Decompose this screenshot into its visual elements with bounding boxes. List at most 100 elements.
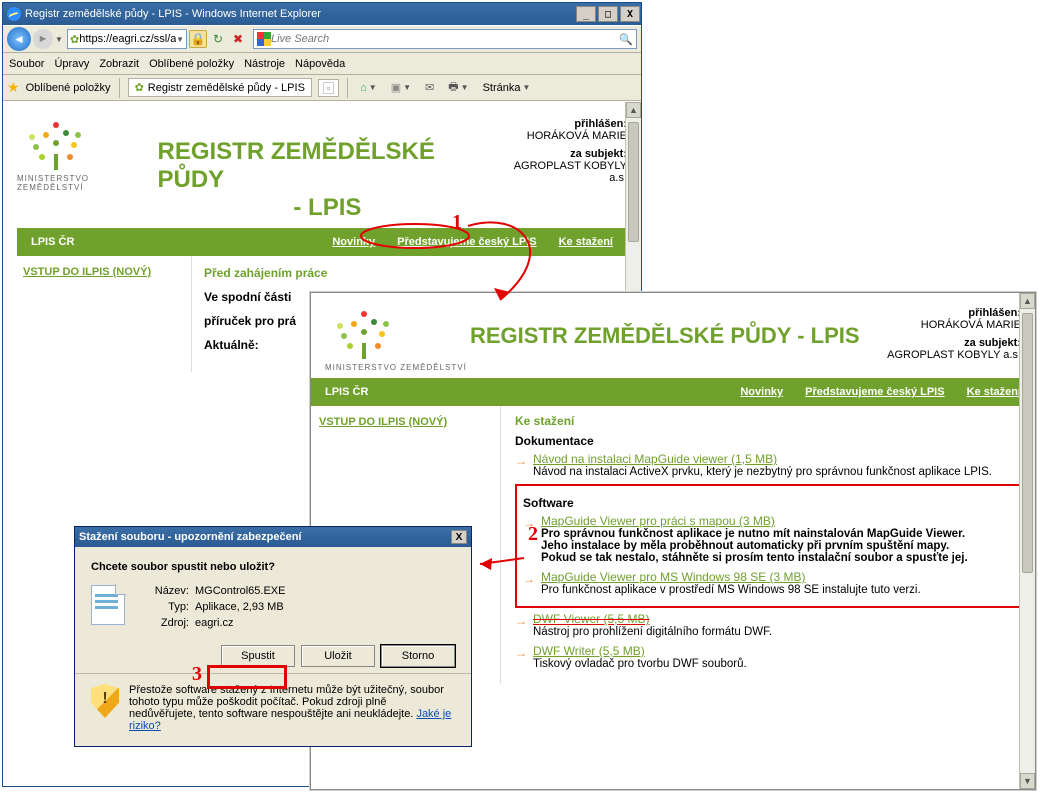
scrollbar[interactable]: ▲ ▼ bbox=[1019, 293, 1035, 789]
lpis-navbar: LPIS ČR Novinky Představujeme český LPIS… bbox=[311, 378, 1035, 406]
history-dropdown-icon[interactable]: ▼ bbox=[55, 35, 65, 44]
search-go-icon[interactable]: 🔍 bbox=[619, 33, 633, 46]
scroll-thumb[interactable] bbox=[1022, 313, 1033, 573]
back-button[interactable]: ◄ bbox=[7, 27, 31, 51]
page-title: REGISTR ZEMĚDĚLSKÉ PŮDY - LPIS bbox=[157, 114, 497, 222]
stop-icon[interactable]: ✖ bbox=[229, 30, 247, 48]
download-link-sw2[interactable]: MapGuide Viewer pro MS Windows 98 SE (3 … bbox=[541, 570, 806, 584]
dialog-title: Stažení souboru - upozornění zabezpečení bbox=[79, 531, 301, 543]
favorites-label[interactable]: Oblíbené položky bbox=[26, 82, 111, 94]
docs-heading: Dokumentace bbox=[515, 434, 1021, 448]
browser-tab[interactable]: ✿ Registr zemědělské půdy - LPIS bbox=[128, 78, 312, 97]
site-icon: ✿ bbox=[70, 33, 79, 46]
nav-ke-stazeni[interactable]: Ke stažení bbox=[559, 236, 613, 248]
print-split-button[interactable]: 🖶▼ bbox=[444, 77, 472, 99]
toolbar-separator bbox=[119, 78, 120, 98]
menu-napoveda[interactable]: Nápověda bbox=[295, 58, 345, 70]
favorites-star-icon[interactable]: ★ bbox=[7, 79, 20, 96]
refresh-icon[interactable]: ↻ bbox=[209, 30, 227, 48]
ie-logo-icon bbox=[7, 7, 21, 21]
download-item: → MapGuide Viewer pro MS Windows 98 SE (… bbox=[523, 570, 1013, 596]
scroll-up-icon[interactable]: ▲ bbox=[1020, 293, 1035, 309]
mail-button[interactable]: ✉ bbox=[421, 77, 438, 99]
address-bar[interactable]: ✿ ▼ bbox=[67, 29, 187, 49]
nav-novinky[interactable]: Novinky bbox=[332, 236, 375, 248]
cancel-button[interactable]: Storno bbox=[381, 645, 455, 667]
download-item: → DWF Writer (5,5 MB) Tiskový ovladač pr… bbox=[515, 644, 1021, 670]
download-security-dialog: Stažení souboru - upozornění zabezpečení… bbox=[74, 526, 472, 747]
scroll-up-icon[interactable]: ▲ bbox=[626, 102, 641, 118]
download-link-doc1[interactable]: Návod na instalaci MapGuide viewer (1,5 … bbox=[533, 452, 777, 466]
print-icon: 🖶 bbox=[448, 78, 458, 97]
menu-soubor[interactable]: Soubor bbox=[9, 58, 44, 70]
sidebar-item-vstup[interactable]: VSTUP DO ILPIS (NOVÝ) bbox=[23, 266, 151, 278]
menu-upravy[interactable]: Úpravy bbox=[54, 58, 89, 70]
download-item: → Návod na instalaci MapGuide viewer (1,… bbox=[515, 452, 1021, 478]
window-maximize-button[interactable]: □ bbox=[598, 6, 618, 22]
ministry-logo: MINISTERSTVO ZEMĚDĚLSTVÍ bbox=[17, 114, 157, 192]
nav-predstavujeme[interactable]: Představujeme český LPIS bbox=[805, 386, 944, 398]
forward-button[interactable]: ► bbox=[33, 29, 53, 49]
bullet-arrow-icon: → bbox=[523, 516, 535, 530]
download-item: → DWF Viewer (5,5 MB) Nástroj pro prohlí… bbox=[515, 612, 1021, 638]
shield-icon bbox=[91, 684, 119, 718]
mail-icon: ✉ bbox=[425, 81, 434, 94]
address-dropdown-icon[interactable]: ▼ bbox=[176, 35, 184, 44]
user-info: přihlášen: HORÁKOVÁ MARIE za subjekt: AG… bbox=[887, 303, 1021, 361]
file-name: MGControl65.EXE bbox=[195, 585, 285, 597]
dialog-question: Chcete soubor spustit nebo uložit? bbox=[91, 561, 455, 573]
nav-ke-stazeni[interactable]: Ke stažení bbox=[967, 386, 1021, 398]
toolbar-separator bbox=[347, 78, 348, 98]
sidebar-item-vstup[interactable]: VSTUP DO ILPIS (NOVÝ) bbox=[319, 416, 447, 428]
search-input[interactable] bbox=[271, 33, 619, 45]
feeds-split-button[interactable]: ▣▼ bbox=[387, 77, 415, 99]
download-item: → MapGuide Viewer pro práci s mapou (3 M… bbox=[523, 514, 1013, 564]
url-input[interactable] bbox=[79, 33, 176, 45]
home-split-button[interactable]: ⌂▼ bbox=[356, 77, 381, 99]
download-link-sw1[interactable]: MapGuide Viewer pro práci s mapou (3 MB) bbox=[541, 514, 775, 528]
ministry-logo: MINISTERSTVO ZEMĚDĚLSTVÍ bbox=[325, 303, 470, 372]
menu-zobrazit[interactable]: Zobrazit bbox=[99, 58, 139, 70]
ministry-logo-label: MINISTERSTVO ZEMĚDĚLSTVÍ bbox=[17, 174, 157, 192]
window-minimize-button[interactable]: _ bbox=[576, 6, 596, 22]
file-icon bbox=[91, 585, 125, 625]
sidebar: VSTUP DO ILPIS (NOVÝ) bbox=[17, 256, 192, 372]
bullet-arrow-icon: → bbox=[523, 572, 535, 586]
ie-menubar: Soubor Úpravy Zobrazit Oblíbené položky … bbox=[3, 53, 641, 75]
file-details: Název:MGControl65.EXE Typ:Aplikace, 2,93… bbox=[137, 585, 285, 629]
page-menu-button[interactable]: Stránka▼ bbox=[479, 77, 535, 99]
file-type: Aplikace, 2,93 MB bbox=[195, 601, 285, 613]
download-link-sw4[interactable]: DWF Writer (5,5 MB) bbox=[533, 644, 645, 658]
save-button[interactable]: Uložit bbox=[301, 645, 375, 667]
dialog-close-button[interactable]: X bbox=[451, 530, 467, 544]
bullet-arrow-icon: → bbox=[515, 646, 527, 660]
file-source: eagri.cz bbox=[195, 617, 285, 629]
tab-favicon-icon: ✿ bbox=[135, 81, 144, 94]
ie-navbar: ◄ ► ▼ ✿ ▼ 🔒 ↻ ✖ 🔍 bbox=[3, 25, 641, 53]
search-bar[interactable]: 🔍 bbox=[253, 29, 637, 49]
scroll-thumb[interactable] bbox=[628, 122, 639, 242]
nav-novinky[interactable]: Novinky bbox=[740, 386, 783, 398]
menu-nastroje[interactable]: Nástroje bbox=[244, 58, 285, 70]
new-tab-button[interactable]: ▫ bbox=[318, 79, 339, 97]
nav-home[interactable]: LPIS ČR bbox=[325, 386, 368, 398]
software-heading: Software bbox=[523, 496, 1013, 510]
run-button[interactable]: Spustit bbox=[221, 645, 295, 667]
menu-oblibene[interactable]: Oblíbené položky bbox=[149, 58, 234, 70]
bullet-arrow-icon: → bbox=[515, 614, 527, 628]
download-link-sw3[interactable]: DWF Viewer (5,5 MB) bbox=[533, 612, 649, 626]
page-title: REGISTR ZEMĚDĚLSKÉ PŮDY - LPIS bbox=[470, 303, 860, 349]
page-menu-label: Stránka bbox=[483, 82, 521, 94]
nav-predstavujeme[interactable]: Představujeme český LPIS bbox=[397, 236, 536, 248]
window-close-button[interactable]: X bbox=[620, 6, 640, 22]
scroll-down-icon[interactable]: ▼ bbox=[1020, 773, 1035, 789]
tab-title: Registr zemědělské půdy - LPIS bbox=[148, 82, 305, 94]
nav-home[interactable]: LPIS ČR bbox=[31, 236, 74, 248]
search-provider-icon bbox=[257, 32, 271, 46]
lock-icon[interactable]: 🔒 bbox=[189, 30, 207, 48]
bullet-arrow-icon: → bbox=[515, 454, 527, 468]
home-icon: ⌂ bbox=[360, 82, 367, 94]
section-heading: Ke stažení bbox=[515, 414, 1021, 428]
security-warning: Přestože software stažený z Internetu mů… bbox=[91, 684, 455, 732]
window-title: Registr zemědělské půdy - LPIS - Windows… bbox=[25, 8, 575, 20]
